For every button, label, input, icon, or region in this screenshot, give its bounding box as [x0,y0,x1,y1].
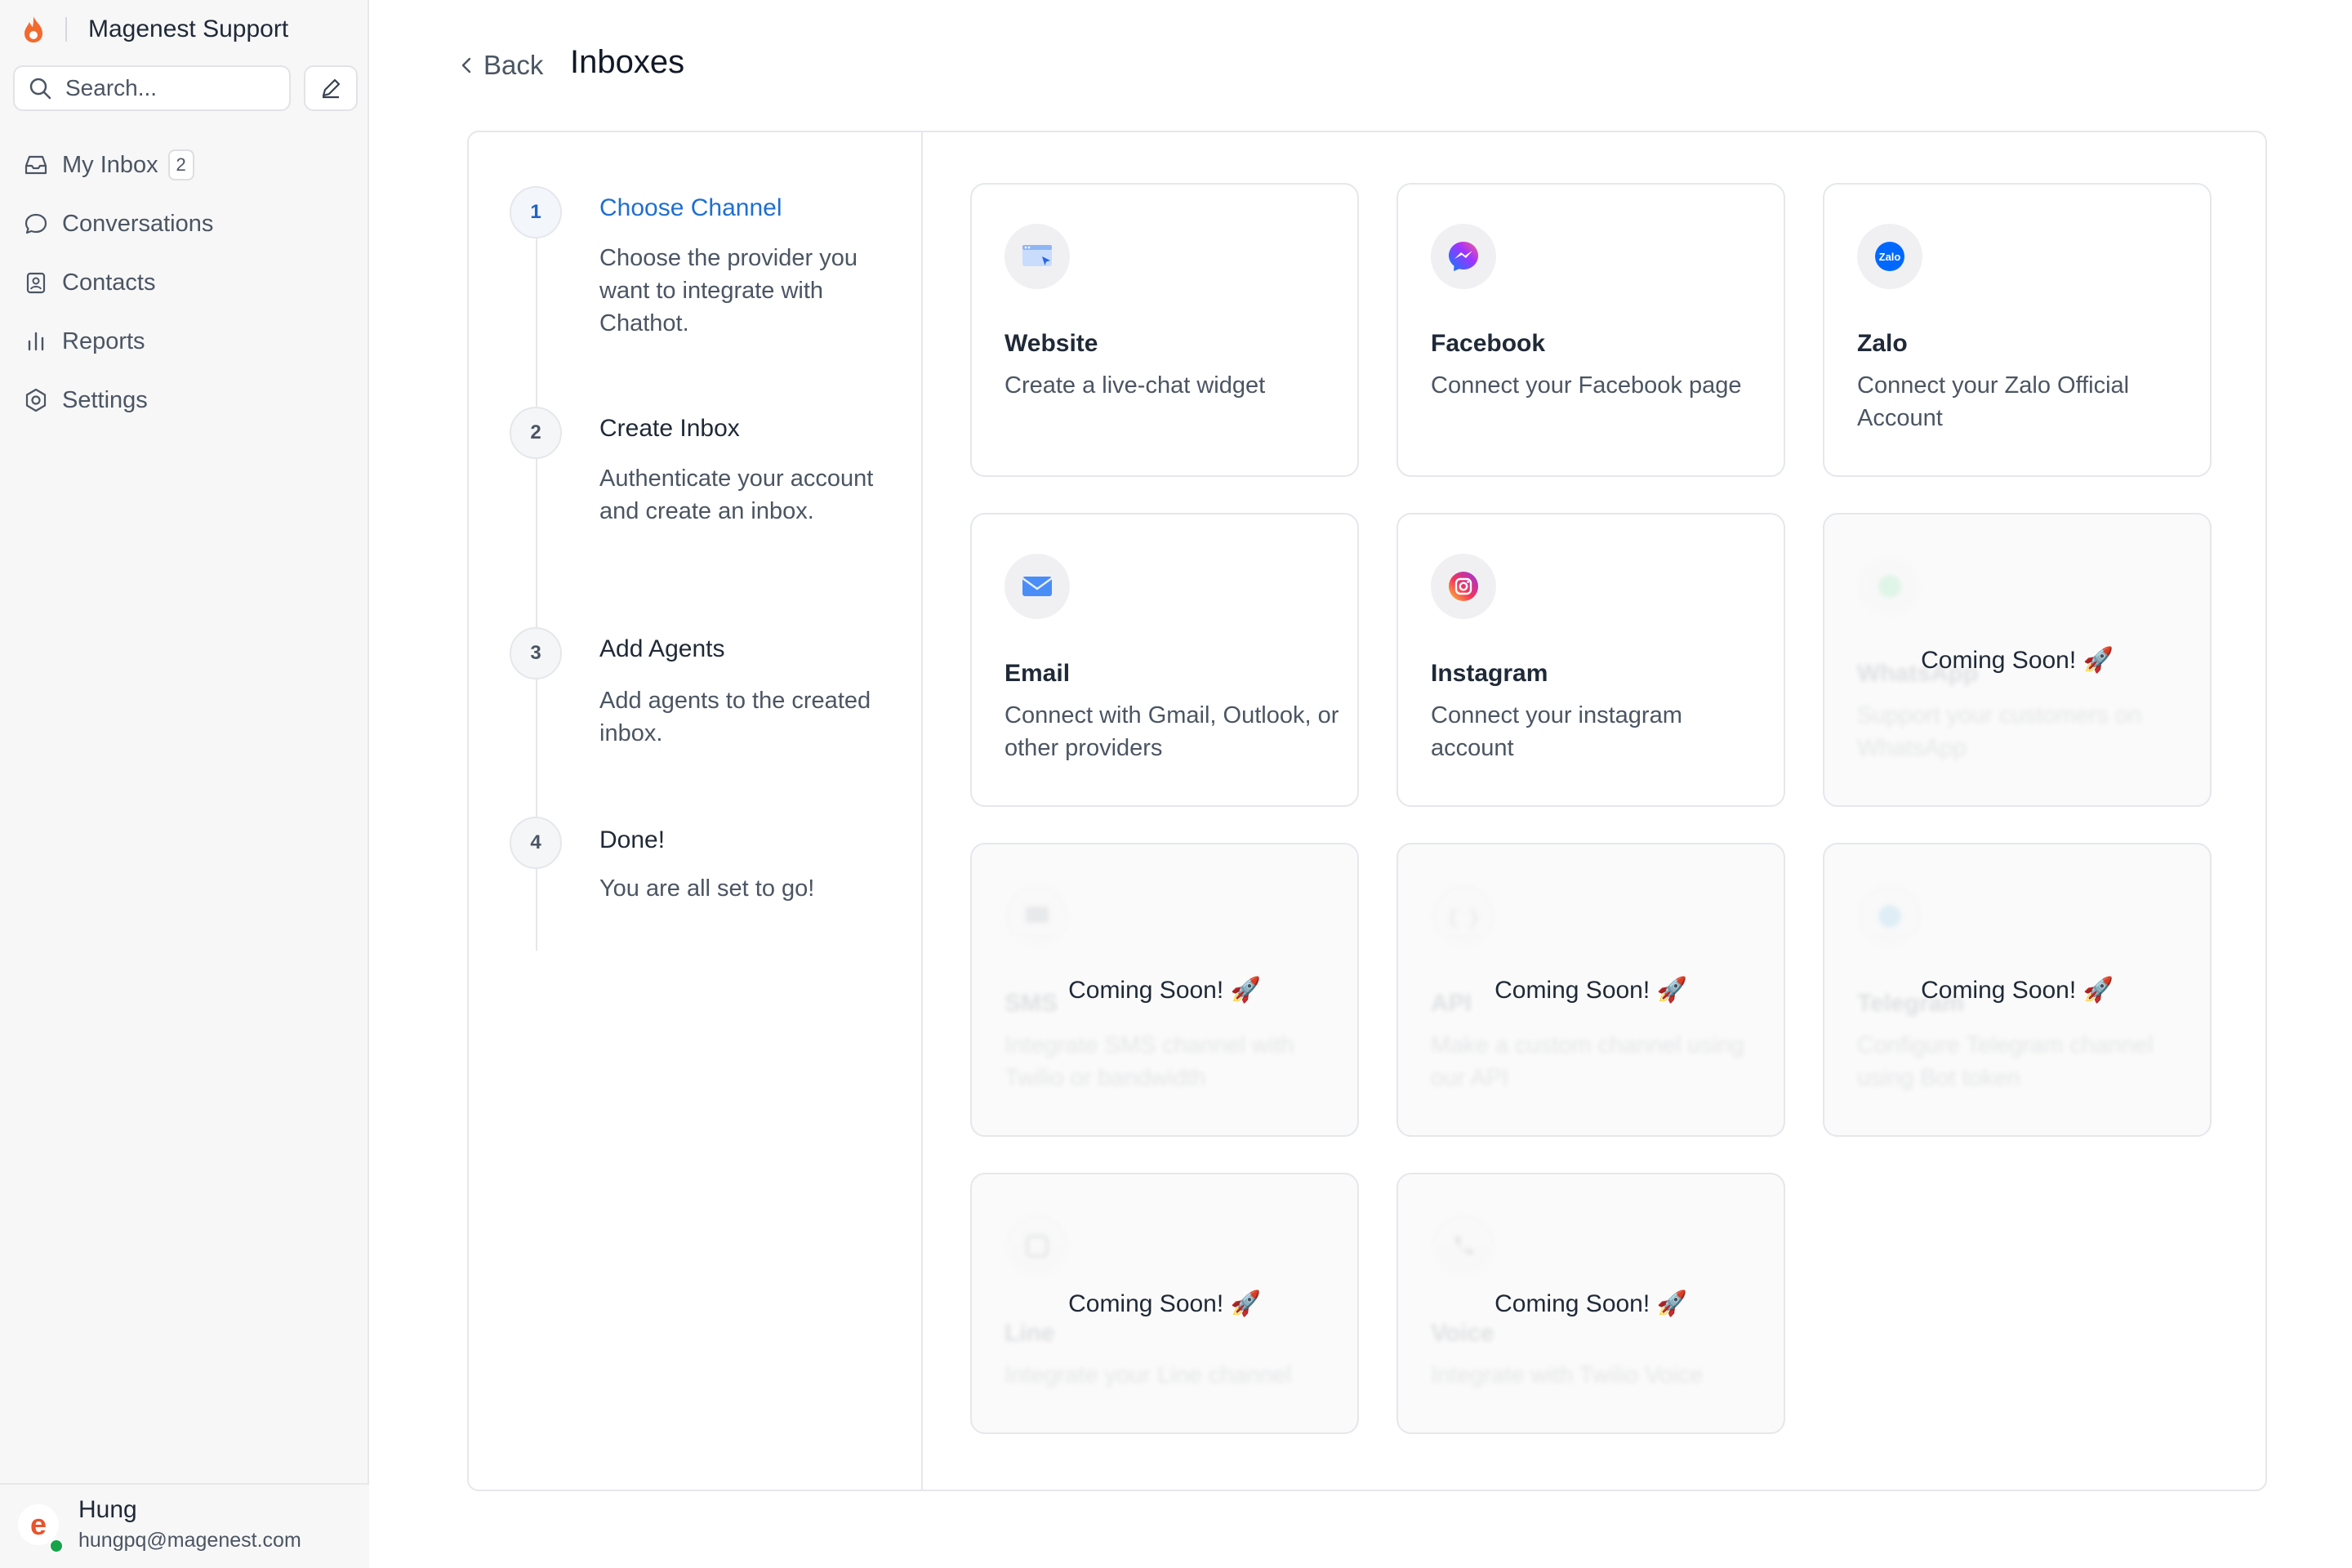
back-button[interactable]: Back [456,49,543,82]
sidebar: Magenest Support My Inbox 2 Conversation… [0,0,369,1568]
coming-soon-label: Coming Soon! 🚀 [1494,1290,1687,1317]
sidebar-item-contacts[interactable]: Contacts [0,261,369,304]
sidebar-item-label: Conversations [62,210,214,237]
channel-title: Email [1004,660,1071,687]
user-name: Hung [78,1496,137,1523]
channel-card-api: { } API Make a custom channel using our … [1396,843,1785,1137]
chat-bubble-icon [24,213,47,234]
sidebar-nav: My Inbox 2 Conversations Contacts Report… [0,144,369,438]
wizard-steps: 1 Choose Channel Choose the provider you… [469,132,923,1490]
step-number-1: 1 [510,186,562,238]
sidebar-item-settings[interactable]: Settings [0,379,369,421]
channel-card-line: Line Integrate your Line channel Coming … [970,1173,1359,1434]
sidebar-item-reports[interactable]: Reports [0,320,369,363]
inbox-icon [24,155,47,175]
coming-soon-label: Coming Soon! 🚀 [1068,976,1261,1004]
brand-divider [65,17,67,42]
zalo-icon: Zalo [1857,224,1922,289]
channel-description: Connect your Facebook page [1431,372,1742,399]
channel-card-whatsapp: WhatsApp Support your customers on Whats… [1823,513,2212,807]
channel-card-voice: Voice Integrate with Twilio Voice Coming… [1396,1173,1785,1434]
step-number-2: 2 [510,407,562,459]
step-desc-create-inbox: Authenticate your account and create an … [599,466,874,524]
inbox-wizard-panel: 1 Choose Channel Choose the provider you… [467,131,2267,1491]
unread-count-badge: 2 [167,149,194,180]
pencil-icon [322,78,341,99]
back-label: Back [483,50,544,80]
channel-card-zalo[interactable]: Zalo Zalo Connect your Zalo Official Acc… [1823,183,2212,477]
channel-title: Facebook [1431,330,1546,357]
coming-soon-label: Coming Soon! 🚀 [1921,976,2114,1004]
website-window-icon [1004,224,1070,289]
page-title: Inboxes [570,44,685,80]
coming-soon-label: Coming Soon! 🚀 [1921,646,2114,674]
online-status-dot [49,1539,64,1553]
step-title-add-agents: Add Agents [599,635,725,662]
sidebar-item-label: Reports [62,327,145,354]
channel-title: Zalo [1857,330,1908,357]
chevron-left-icon [461,57,471,74]
channel-card-telegram: Telegram Configure Telegram channel usin… [1823,843,2212,1137]
step-title-done: Done! [599,826,666,853]
channel-description: Connect with Gmail, Outlook, or other pr… [1004,702,1339,761]
messenger-icon [1431,224,1496,289]
channel-title: Website [1004,330,1098,357]
search-box[interactable] [13,65,291,111]
sidebar-item-label: My Inbox [62,151,158,178]
sidebar-item-my-inbox[interactable]: My Inbox 2 [0,144,369,186]
brand: Magenest Support [21,15,288,44]
channel-description: Connect your instagram account [1431,702,1682,761]
channel-card-sms: SMS Integrate SMS channel with Twilio or… [970,843,1359,1137]
channel-description: Create a live-chat widget [1004,372,1266,399]
svg-text:Zalo: Zalo [1879,251,1901,263]
search-icon [29,78,51,100]
step-title-choose-channel: Choose Channel [599,194,782,221]
workspace-name[interactable]: Magenest Support [88,16,288,43]
step-number-3: 3 [510,627,562,679]
coming-soon-label: Coming Soon! 🚀 [1068,1290,1261,1317]
user-email: hungpq@magenest.com [78,1529,301,1552]
channel-card-website[interactable]: Website Create a live-chat widget [970,183,1359,477]
sidebar-item-label: Settings [62,386,148,413]
channel-card-email[interactable]: Email Connect with Gmail, Outlook, or ot… [970,513,1359,807]
compose-button[interactable] [304,65,358,111]
coming-soon-label: Coming Soon! 🚀 [1494,976,1687,1004]
contact-card-icon [26,272,46,294]
channel-card-facebook[interactable]: Facebook Connect your Facebook page [1396,183,1785,477]
channel-card-instagram[interactable]: Instagram Connect your instagram account [1396,513,1785,807]
envelope-icon [1004,554,1070,619]
instagram-icon [1431,554,1496,619]
sidebar-item-label: Contacts [62,269,156,296]
channel-title: Instagram [1431,660,1548,687]
brand-flame-icon [24,16,42,42]
search-input[interactable] [64,74,279,102]
step-title-create-inbox: Create Inbox [599,415,740,442]
step-desc-choose-channel: Choose the provider you want to integrat… [599,245,858,336]
step-number-4: 4 [510,817,562,869]
step-desc-add-agents: Add agents to the created inbox. [599,688,871,746]
bar-chart-icon [28,332,44,351]
sidebar-item-conversations[interactable]: Conversations [0,203,369,245]
avatar-letter: e [29,1508,47,1541]
gear-icon [25,388,47,412]
user-profile[interactable]: e Hung hungpq@magenest.com [0,1483,369,1568]
channel-description: Connect your Zalo Official Account [1857,372,2130,431]
step-desc-done: You are all set to go! [599,875,815,902]
